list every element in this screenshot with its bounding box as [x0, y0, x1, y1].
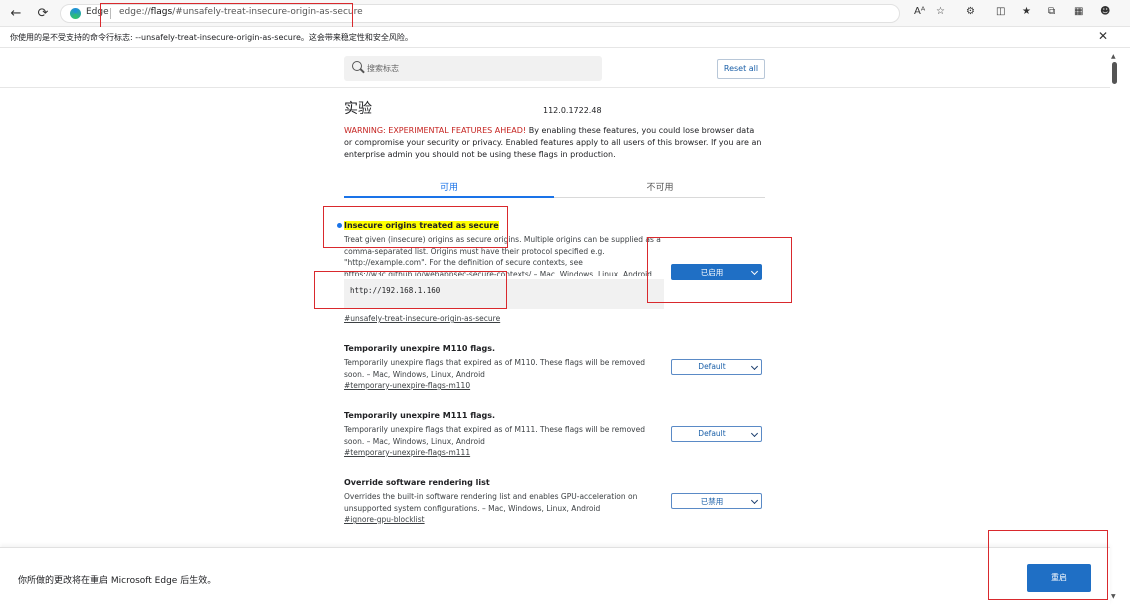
flag-link[interactable]: #ignore-gpu-blocklist [344, 515, 425, 524]
select-value: 已启用 [700, 268, 724, 277]
scroll-thumb[interactable] [1112, 62, 1117, 84]
flag-link[interactable]: #temporary-unexpire-flags-m111 [344, 448, 470, 457]
version-number: 112.0.1722.48 [543, 106, 602, 115]
chevron-down-icon [750, 267, 759, 276]
flag-state-select[interactable]: 已启用 [671, 264, 762, 280]
flag-title: Temporarily unexpire M111 flags. [344, 411, 496, 420]
unsupported-flag-infobar: 你使用的是不受支持的命令行标志: --unsafely-treat-insecu… [0, 27, 1130, 48]
browser-toolbar: ← ⟳ Edge edge://flags/#unsafely-treat-in… [0, 0, 1130, 27]
search-placeholder: 搜索标志 [367, 64, 399, 73]
flag-description: Treat given (insecure) origins as secure… [344, 235, 661, 276]
flags-header: 搜索标志 Reset all [0, 48, 1110, 88]
flag-description: Overrides the built-in software renderin… [344, 492, 638, 513]
flag-title: Temporarily unexpire M110 flags. [344, 344, 496, 353]
relaunch-bar: 你所做的更改将在重启 Microsoft Edge 后生效。 重启 [0, 547, 1110, 605]
tab-unavailable[interactable]: 不可用 [555, 180, 765, 193]
flag-state-select[interactable]: Default [671, 426, 762, 442]
flag-description: Temporarily unexpire flags that expired … [344, 358, 645, 379]
flag-link[interactable]: #unsafely-treat-insecure-origin-as-secur… [344, 314, 500, 323]
select-value: 已禁用 [700, 497, 724, 506]
modified-flag-dot [337, 223, 342, 228]
tab-available[interactable]: 可用 [344, 180, 554, 193]
flag-description: Temporarily unexpire flags that expired … [344, 425, 645, 446]
search-input[interactable]: 搜索标志 [344, 56, 602, 81]
close-icon[interactable]: ✕ [1098, 29, 1108, 43]
url-text[interactable]: edge://flags/#unsafely-treat-insecure-or… [119, 7, 363, 17]
chevron-down-icon [750, 429, 759, 438]
flag-title: Override software rendering list [344, 478, 490, 487]
address-separator [110, 8, 111, 19]
select-value: Default [698, 429, 726, 438]
flag-state-select[interactable]: Default [671, 359, 762, 375]
select-value: Default [698, 362, 726, 371]
textarea-value: http://192.168.1.160 [350, 286, 441, 295]
flag-state-select[interactable]: 已禁用 [671, 493, 762, 509]
favorites-icon[interactable]: ★ [1022, 6, 1031, 17]
address-bar[interactable]: Edge edge://flags/#unsafely-treat-insecu… [60, 4, 900, 23]
reset-all-button[interactable]: Reset all [717, 59, 765, 79]
relaunch-button[interactable]: 重启 [1027, 564, 1091, 592]
chevron-down-icon [750, 362, 759, 371]
avatar-icon[interactable]: ☻ [1100, 6, 1110, 17]
refresh-icon[interactable]: ⟳ [33, 4, 53, 22]
origins-textarea[interactable]: http://192.168.1.160 [344, 279, 664, 309]
warning-label: WARNING: EXPERIMENTAL FEATURES AHEAD! [344, 126, 527, 135]
chevron-down-icon [750, 496, 759, 505]
page-title: 实验 [344, 101, 372, 117]
tab-bar: 可用 不可用 [344, 172, 765, 198]
extensions-icon[interactable]: ⚙ [966, 6, 975, 17]
profile-sync-icon[interactable]: ▦ [1074, 6, 1083, 17]
flag-link[interactable]: #temporary-unexpire-flags-m110 [344, 381, 470, 390]
collections-icon[interactable]: ⧉ [1048, 6, 1055, 17]
split-screen-icon[interactable]: ◫ [996, 6, 1005, 17]
browser-brand: Edge [86, 7, 109, 17]
flag-title: Insecure origins treated as secure [344, 221, 499, 230]
relaunch-message: 你所做的更改将在重启 Microsoft Edge 后生效。 [18, 576, 217, 586]
scroll-up-icon[interactable]: ▲ [1111, 53, 1116, 60]
favorite-star-icon[interactable]: ☆ [936, 6, 945, 17]
edge-logo-icon [70, 8, 81, 19]
warning-message: WARNING: EXPERIMENTAL FEATURES AHEAD! By… [344, 125, 764, 161]
scroll-down-icon[interactable]: ▼ [1111, 593, 1116, 600]
vertical-scrollbar[interactable]: ▲ ▼ [1110, 48, 1130, 605]
read-aloud-icon[interactable]: Aᴬ [914, 6, 925, 17]
search-icon [352, 61, 362, 71]
active-tab-indicator [344, 196, 554, 198]
back-arrow-icon[interactable]: ← [6, 4, 26, 22]
infobar-message: 你使用的是不受支持的命令行标志: --unsafely-treat-insecu… [10, 33, 413, 42]
